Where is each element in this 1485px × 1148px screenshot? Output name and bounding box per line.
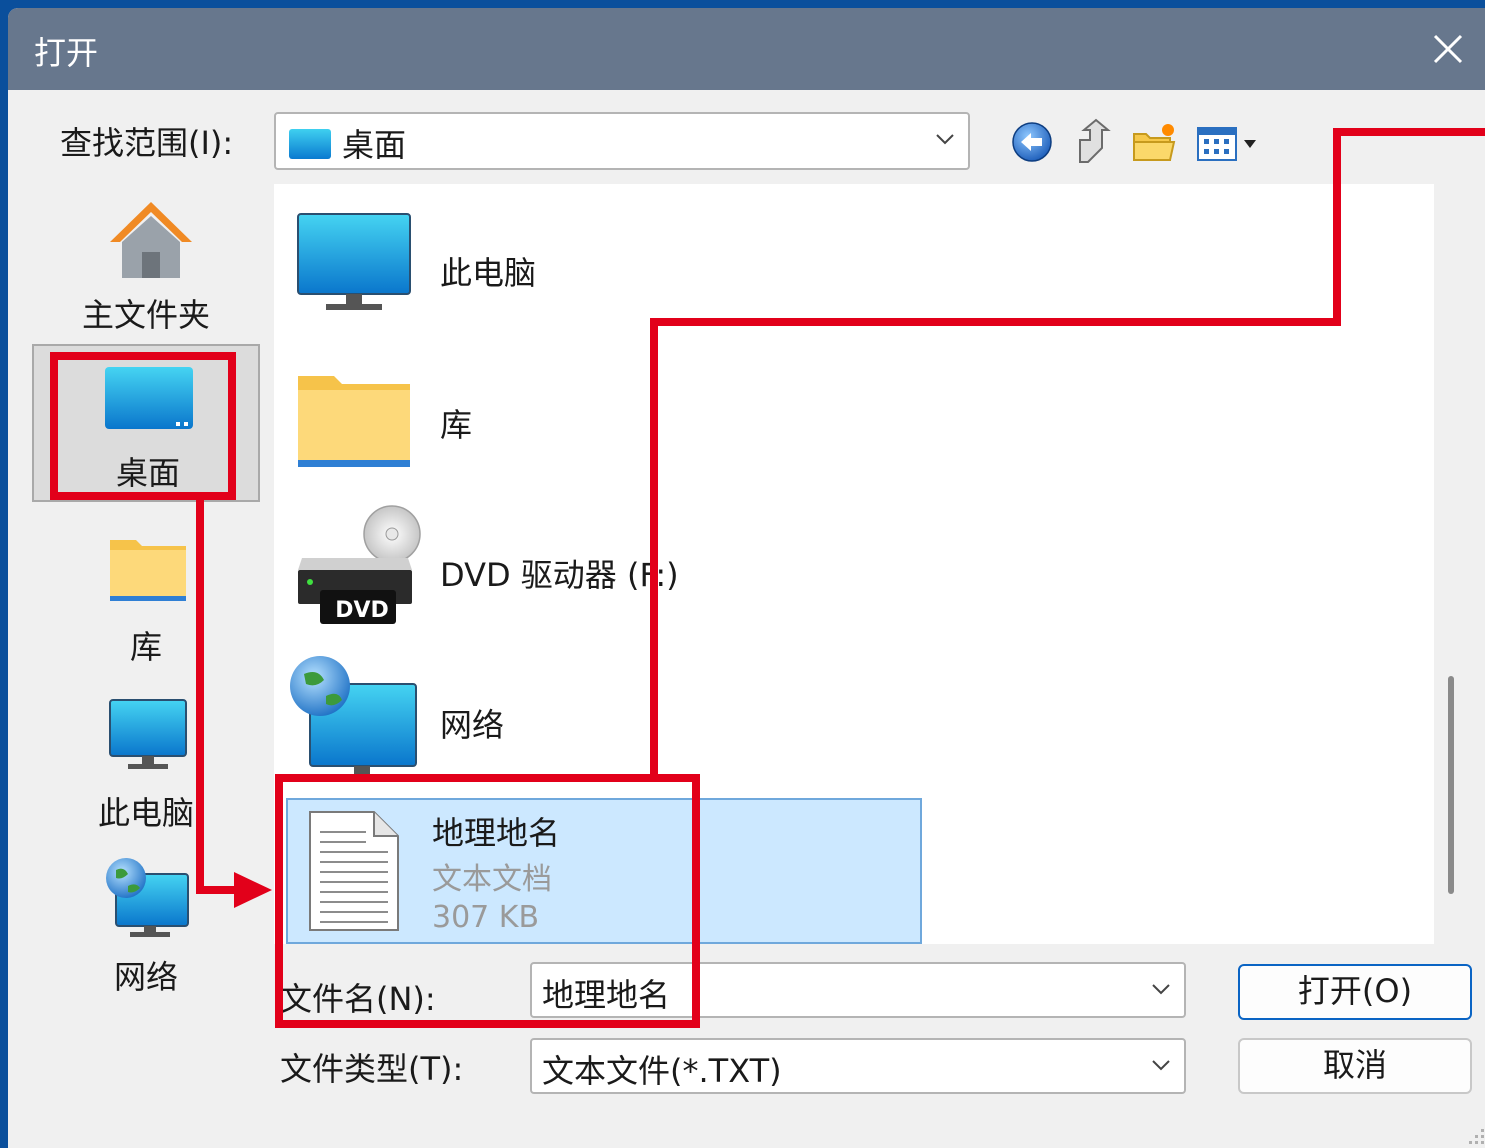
desktop-icon — [289, 129, 331, 159]
home-icon — [110, 202, 192, 278]
view-menu-button[interactable] — [1196, 124, 1266, 164]
open-dialog: 打开 查找范围(I): 桌面 主文件夹 桌面 库 此电脑 网络 此电脑 库 DV… — [8, 8, 1485, 1148]
network-icon — [290, 656, 417, 782]
list-item[interactable]: 网络 — [282, 650, 782, 784]
filetype-value: 文本文件(*.TXT) — [542, 1052, 782, 1090]
list-item[interactable]: DVD DVD 驱动器 (F:) — [282, 502, 782, 632]
filetype-combo[interactable]: 文本文件(*.TXT) — [530, 1038, 1186, 1094]
close-icon — [1433, 34, 1463, 64]
place-library[interactable]: 库 — [32, 520, 260, 670]
list-item-selected[interactable]: 地理地名 文本文档 307 KB — [286, 798, 922, 944]
title-bar: 打开 — [8, 8, 1485, 90]
close-button[interactable] — [1423, 24, 1473, 74]
look-in-value: 桌面 — [342, 126, 407, 164]
open-button[interactable]: 打开(O) — [1238, 964, 1472, 1020]
window-title: 打开 — [34, 34, 99, 72]
scrollbar-thumb[interactable] — [1448, 676, 1454, 894]
filename-label: 文件名(N): — [280, 980, 436, 1018]
back-button[interactable] — [1010, 120, 1054, 164]
chevron-down-icon — [1152, 1060, 1170, 1071]
file-size: 307 KB — [432, 900, 540, 935]
place-label: 此电脑 — [97, 794, 194, 832]
file-name: 此电脑 — [440, 254, 537, 292]
file-name: 网络 — [440, 706, 505, 744]
monitor-icon — [297, 213, 411, 310]
list-item[interactable]: 库 — [282, 352, 782, 482]
cancel-button-label: 取消 — [1322, 1046, 1387, 1084]
file-name: DVD 驱动器 (F:) — [440, 556, 679, 594]
new-folder-icon — [1133, 124, 1176, 161]
file-type: 文本文档 — [432, 862, 552, 897]
place-network[interactable]: 网络 — [32, 850, 260, 1000]
filetype-label: 文件类型(T): — [280, 1050, 464, 1088]
chevron-down-icon — [1152, 984, 1170, 995]
folder-icon — [298, 376, 410, 467]
look-in-combo[interactable]: 桌面 — [274, 112, 970, 170]
look-in-label: 查找范围(I): — [60, 124, 234, 162]
resize-grip-icon[interactable] — [1463, 1123, 1485, 1147]
open-button-label: 打开(O) — [1297, 972, 1413, 1010]
file-name: 地理地名 — [432, 814, 561, 852]
new-folder-button[interactable] — [1130, 122, 1178, 164]
list-item[interactable]: 此电脑 — [282, 200, 782, 330]
folder-icon — [110, 540, 186, 601]
back-icon — [1012, 122, 1052, 162]
file-name: 库 — [440, 406, 473, 444]
places-bar: 主文件夹 桌面 库 此电脑 网络 — [22, 180, 272, 1148]
place-desktop[interactable]: 桌面 — [32, 344, 260, 502]
file-list: 此电脑 库 DVD DVD 驱动器 (F:) 网络 地理地名 文本文档 307 … — [274, 184, 1434, 944]
filename-combo[interactable]: 地理地名 — [530, 962, 1186, 1018]
up-folder-button[interactable] — [1070, 118, 1114, 166]
filename-value: 地理地名 — [542, 976, 671, 1014]
cancel-button[interactable]: 取消 — [1238, 1038, 1472, 1094]
place-label: 网络 — [113, 958, 178, 996]
place-label: 主文件夹 — [81, 296, 210, 334]
chevron-down-icon — [936, 134, 954, 145]
place-label: 桌面 — [115, 454, 180, 492]
place-home[interactable]: 主文件夹 — [32, 188, 260, 338]
network-icon — [106, 858, 189, 937]
place-this-pc[interactable]: 此电脑 — [32, 686, 260, 836]
place-label: 库 — [129, 628, 162, 666]
dvd-badge: DVD — [335, 598, 389, 623]
up-folder-icon — [1079, 118, 1111, 163]
monitor-icon — [109, 699, 187, 769]
view-menu-icon — [1197, 127, 1256, 161]
desktop-icon — [105, 367, 193, 429]
text-file-icon — [309, 811, 399, 931]
